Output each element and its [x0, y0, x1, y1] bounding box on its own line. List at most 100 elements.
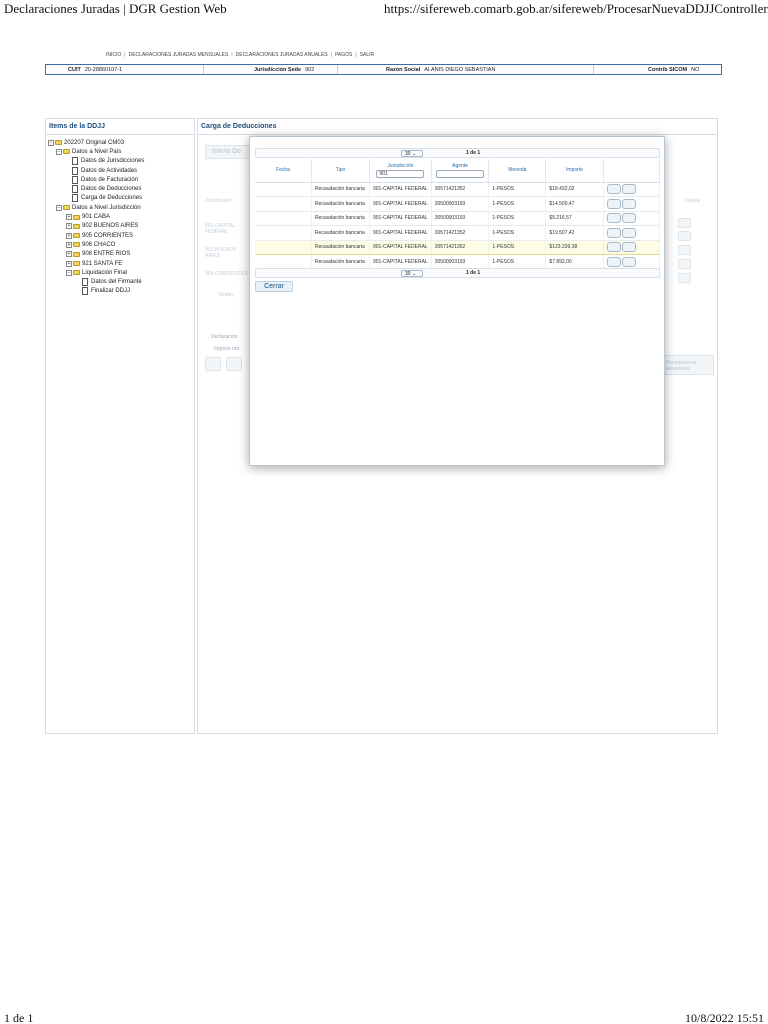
col-importe[interactable]: Importe	[545, 159, 604, 183]
cerrar-button[interactable]: Cerrar	[255, 281, 293, 292]
table-row[interactable]: Recaudación bancaria 901-CAPITAL FEDERAL…	[255, 211, 661, 226]
cell-moneda: 1-PESOS	[488, 225, 547, 241]
table-row[interactable]: Recaudación bancaria 901-CAPITAL FEDERAL…	[255, 225, 661, 241]
expand-icon[interactable]: +	[66, 241, 72, 248]
collapse-icon[interactable]: −	[56, 148, 62, 155]
cell-fecha	[255, 196, 313, 212]
tree-node-root[interactable]: − 202207 Original CM03	[48, 138, 192, 147]
table-row[interactable]: Recaudación bancaria 901-CAPITAL FEDERAL…	[255, 196, 661, 212]
tree-node-901[interactable]: +901 CABA	[48, 212, 192, 221]
tree-node-921[interactable]: +921 SANTA FE	[48, 259, 192, 268]
document-icon	[72, 166, 78, 175]
detalle-button-bg	[678, 231, 691, 241]
tree-label: 902 BUENOS AIRES	[82, 223, 139, 230]
jurisdiccion-header-bg: Jurisdicción	[205, 198, 232, 204]
edit-row-button[interactable]	[606, 184, 621, 195]
tree-node-nivel-jurisdiccion[interactable]: − Datos a Nivel Jurisdicción	[48, 203, 192, 212]
jurisdiccion-sede-cell: Jurisdicción Sede 902	[204, 65, 338, 74]
cell-importe: $18.432,02	[545, 182, 604, 197]
edit-row-button[interactable]	[606, 227, 621, 238]
cell-actions	[603, 196, 661, 212]
page-size-select[interactable]: 30 ⌄	[401, 149, 423, 157]
edit-row-button[interactable]	[606, 242, 621, 253]
delete-row-button[interactable]	[621, 198, 636, 209]
expand-icon[interactable]: +	[66, 232, 72, 239]
menu-ddjj-anuales[interactable]: DECLARACIONES JURADAS ANUALES	[236, 52, 328, 58]
document-icon	[72, 157, 78, 166]
edit-row-button[interactable]	[606, 213, 621, 224]
cell-tipo: Recaudación bancaria	[311, 239, 370, 255]
inicio-button-label-bg: Inicio De	[212, 148, 242, 155]
tree-label: Datos de Jurisdicciones	[81, 158, 145, 165]
delete-row-button[interactable]	[621, 213, 636, 224]
col-jurisdiccion-label[interactable]: Jurisdicción	[370, 163, 431, 169]
page-info: 1 de 1	[466, 270, 481, 276]
cell-agente: 30500003193	[431, 211, 490, 226]
col-agente-label[interactable]: Agente	[432, 163, 489, 169]
menu-ddjj-mensuales[interactable]: DECLARACIONES JURADAS MENSUALES	[129, 52, 229, 58]
page-size-select[interactable]: 30 ⌄	[401, 269, 423, 277]
tree-label: Datos del Firmante	[91, 279, 142, 286]
tree-node-jurisdicciones[interactable]: Datos de Jurisdicciones	[48, 157, 192, 166]
tree-node-actividades[interactable]: Datos de Actividades	[48, 166, 192, 175]
percepciones-bg: Percepciones Aduaneras	[666, 360, 697, 372]
menu-inicio[interactable]: INICIO	[106, 52, 121, 58]
table-row[interactable]: Recaudación bancaria 901-CAPITAL FEDERAL…	[255, 254, 661, 270]
cell-fecha	[255, 225, 313, 241]
edit-row-button[interactable]	[606, 198, 621, 209]
tree-node-902[interactable]: +902 BUENOS AIRES	[48, 222, 192, 231]
collapse-icon[interactable]: −	[56, 204, 62, 211]
jurisdiccion-filter-input[interactable]: 901	[376, 169, 425, 178]
collapse-icon[interactable]: −	[66, 269, 72, 276]
tree-label: Datos a Nivel Jurisdicción	[72, 204, 141, 211]
col-moneda[interactable]: Moneda	[488, 159, 547, 183]
tree-node-905[interactable]: +905 CORRIENTES	[48, 231, 192, 240]
deducciones-detail-dialog: 30 ⌄ 1 de 1 Fecha Tipo Jurisdicción 901 …	[249, 136, 665, 466]
detalle-button-bg	[678, 259, 691, 269]
cell-jurisdiccion: 901-CAPITAL FEDERAL	[369, 239, 432, 255]
tree-node-deducciones[interactable]: Datos de Deducciones	[48, 184, 192, 194]
cell-agente: 30571421352	[431, 239, 490, 255]
col-fecha[interactable]: Fecha	[255, 159, 313, 183]
tree-node-liquidacion[interactable]: − Liquidación Final	[48, 268, 192, 277]
collapse-icon[interactable]: −	[48, 139, 54, 146]
tree-label: 906 CHACO	[82, 241, 116, 248]
tree-node-906[interactable]: +906 CHACO	[48, 240, 192, 249]
cell-agente: 30500003193	[431, 196, 490, 212]
delete-row-button[interactable]	[621, 256, 636, 267]
menu-salir[interactable]: SALIR	[360, 52, 374, 58]
tree-node-finalizar[interactable]: Finalizar DDJJ	[48, 287, 192, 296]
delete-row-button[interactable]	[621, 184, 636, 195]
expand-icon[interactable]: +	[66, 260, 72, 267]
delete-row-button[interactable]	[621, 227, 636, 238]
print-page-count: 1 de 1	[4, 1011, 34, 1024]
tree-node-carga-deducciones[interactable]: Carga de Deducciones	[48, 194, 192, 203]
print-datetime: 10/8/2022 15:51	[684, 1011, 764, 1024]
cuit-cell: CUIT 20-28860107-1	[46, 65, 204, 74]
cell-fecha	[255, 254, 313, 270]
tree-node-firmante[interactable]: Datos del Firmante	[48, 277, 192, 287]
cell-jurisdiccion: 901-CAPITAL FEDERAL	[369, 254, 432, 270]
razon-social-label: Razón Social	[386, 66, 421, 73]
edit-row-button[interactable]	[606, 256, 621, 267]
table-row[interactable]: Recaudación bancaria 901-CAPITAL FEDERAL…	[255, 182, 661, 197]
jurisdiccion-sede-label: Jurisdicción Sede	[254, 66, 302, 73]
tree-node-908[interactable]: +908 ENTRE RIOS	[48, 250, 192, 259]
agente-filter-input[interactable]	[436, 169, 485, 178]
menu-separator: |	[231, 52, 233, 58]
document-icon	[72, 194, 78, 203]
print-page-title: Declaraciones Juradas | DGR Gestion Web	[4, 1, 227, 16]
col-tipo[interactable]: Tipo	[311, 159, 370, 183]
menu-pagos[interactable]: PAGOS	[335, 52, 352, 58]
expand-icon[interactable]: +	[66, 223, 72, 230]
tree-node-nivel-pais[interactable]: − Datos a Nivel País	[48, 147, 192, 156]
document-icon	[82, 287, 88, 296]
tree-node-facturacion[interactable]: Datos de Facturación	[48, 175, 192, 184]
delete-row-button[interactable]	[621, 242, 636, 253]
detalle-header-bg: Detalle	[685, 198, 701, 204]
expand-icon[interactable]: +	[66, 214, 72, 221]
tree-label: Datos a Nivel País	[72, 148, 122, 155]
table-row-highlighted[interactable]: Recaudación bancaria 901-CAPITAL FEDERAL…	[255, 239, 661, 255]
expand-icon[interactable]: +	[66, 251, 72, 258]
cell-fecha	[255, 182, 313, 197]
